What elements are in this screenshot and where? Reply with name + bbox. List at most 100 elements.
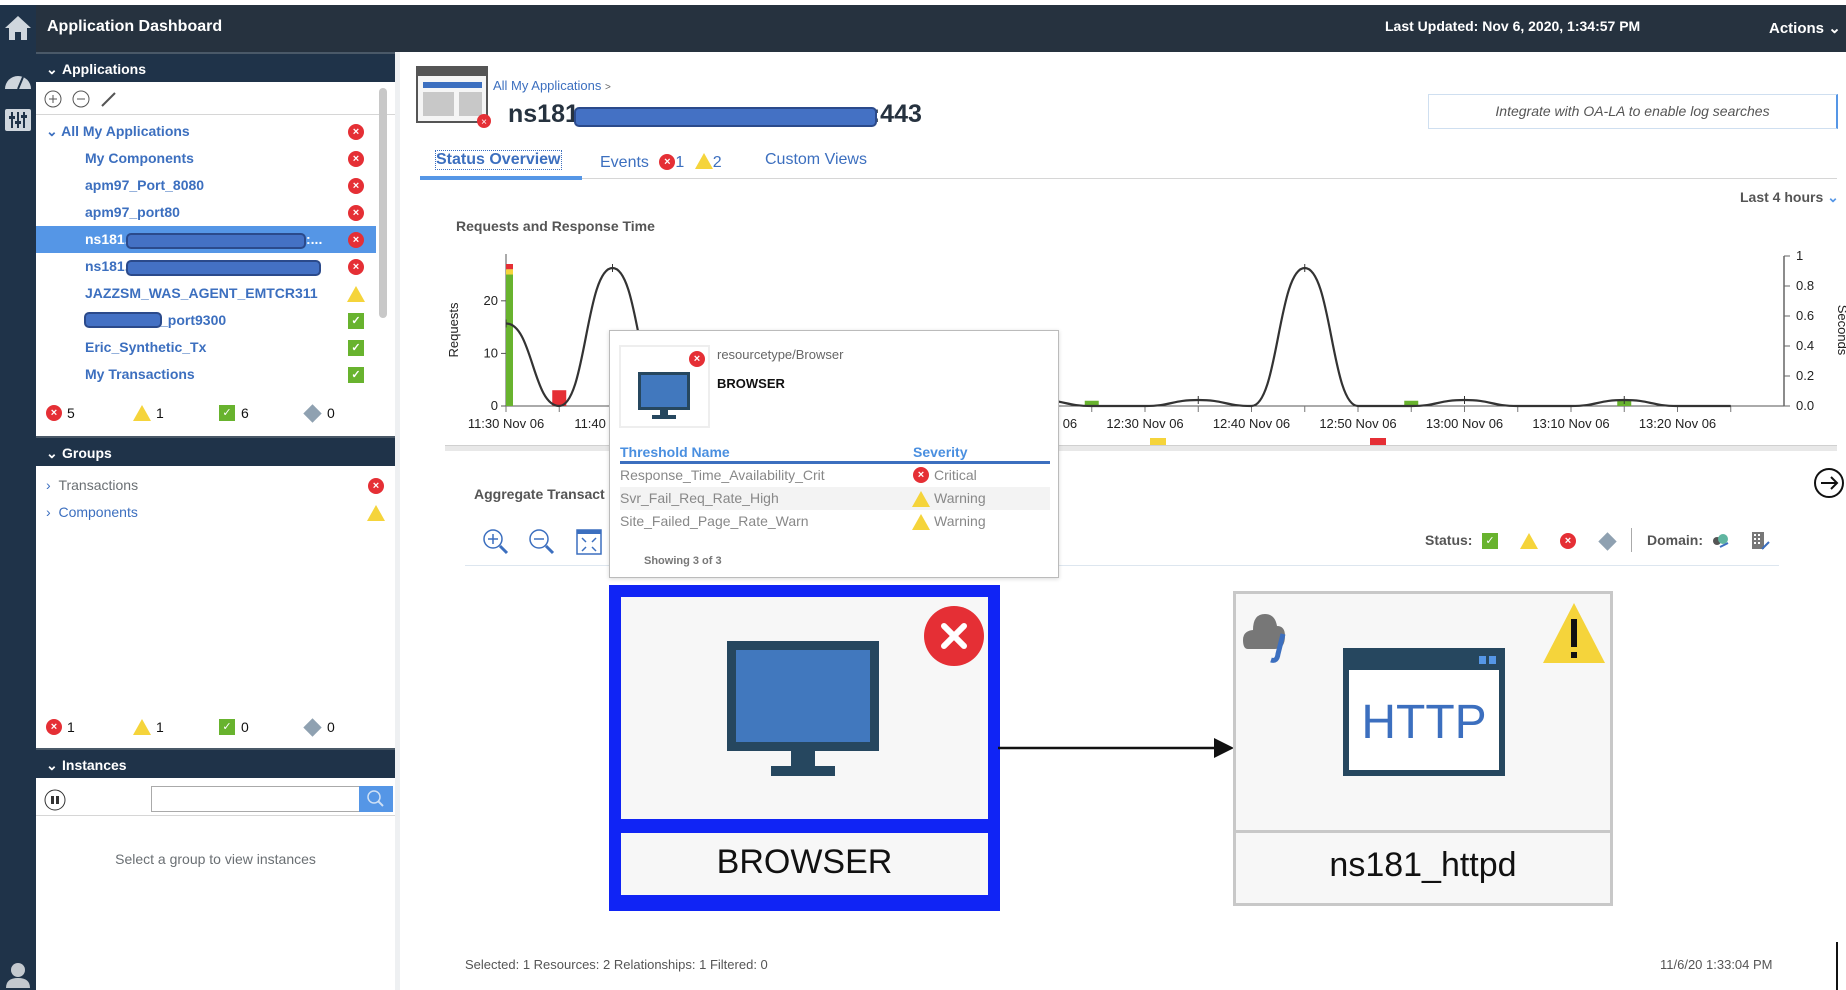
- threshold-row: Response_Time_Availability_Crit × Critical: [620, 464, 1050, 487]
- search-icon: [367, 790, 384, 807]
- applications-summary: × 5 1 ✓ 6 0: [36, 402, 395, 426]
- node-icon-area: [621, 597, 988, 819]
- warning-icon: [912, 491, 930, 507]
- tree-item-label: ns181.: [85, 258, 129, 274]
- tree-item[interactable]: _port9300 ✓: [36, 307, 376, 334]
- unknown-count: 0: [327, 719, 335, 735]
- y2-tick-label: 0.2: [1796, 368, 1814, 383]
- panel-splitter[interactable]: [395, 52, 400, 990]
- groups-header[interactable]: ⌄ Groups: [36, 436, 395, 466]
- warning-status-icon: [1543, 603, 1605, 663]
- bar-failed: [506, 264, 513, 270]
- y-tick-label: 0: [491, 398, 498, 413]
- home-icon[interactable]: [3, 13, 33, 43]
- tree-item[interactable]: JAZZSM_WAS_AGENT_EMTCR311: [36, 280, 376, 307]
- last-updated: Last Updated: Nov 6, 2020, 1:34:57 PM: [1385, 18, 1641, 34]
- redaction-box: [574, 107, 877, 127]
- y2-axis-label: Seconds: [1835, 305, 1846, 356]
- threshold-name: Response_Time_Availability_Crit: [620, 467, 825, 483]
- unknown-count: 0: [327, 405, 335, 421]
- filter-critical-toggle[interactable]: ×: [1560, 533, 1576, 549]
- filter-unknown-toggle[interactable]: [1598, 532, 1617, 551]
- applications-header[interactable]: ⌄ Applications: [36, 52, 395, 82]
- add-icon[interactable]: [44, 90, 62, 108]
- toolbar-divider: [36, 114, 395, 115]
- tree-item[interactable]: Eric_Synthetic_Tx ✓: [36, 334, 376, 361]
- tab-events-label: Events: [600, 154, 649, 171]
- navigate-arrow-icon[interactable]: [1812, 466, 1846, 500]
- critical-icon: ×: [46, 405, 62, 421]
- group-item-label: Transactions: [58, 477, 139, 493]
- tabs-divider: [582, 178, 1837, 179]
- instances-header[interactable]: ⌄ Instances: [36, 748, 395, 778]
- critical-icon: ×: [348, 124, 364, 140]
- unknown-icon: [303, 404, 322, 423]
- topology-node-browser[interactable]: BROWSER: [609, 585, 1000, 911]
- actions-label: Actions: [1769, 20, 1825, 37]
- tab-custom-views[interactable]: Custom Views: [765, 151, 867, 169]
- relationship-edge[interactable]: [998, 735, 1236, 761]
- severity-column-header[interactable]: Severity: [913, 444, 967, 460]
- application-icon: ×: [416, 66, 491, 128]
- warning-icon: [912, 514, 930, 530]
- severity-value: Warning: [934, 490, 986, 506]
- breadcrumb-link[interactable]: All My Applications: [493, 78, 601, 93]
- critical-icon: ×: [689, 351, 705, 367]
- instances-divider: [36, 815, 395, 816]
- domain-application-icon[interactable]: [1710, 531, 1730, 551]
- tooltip-showing-count: Showing 3 of 3: [644, 555, 722, 567]
- time-range-select[interactable]: Last 4 hours ⌄: [1740, 189, 1839, 206]
- tree-item[interactable]: ns181. ×: [36, 253, 376, 280]
- nav-rail: [0, 5, 36, 990]
- tab-status-overview[interactable]: Status Overview: [435, 150, 562, 170]
- tree-item-selected[interactable]: ns181.:... ×: [36, 226, 376, 253]
- topology-node-ns181-httpd[interactable]: HTTP ns181_httpd: [1233, 591, 1613, 906]
- remove-icon[interactable]: [72, 90, 90, 108]
- user-icon[interactable]: [3, 960, 33, 990]
- actions-menu[interactable]: Actions ⌄: [1769, 19, 1841, 37]
- zoom-in-icon[interactable]: [482, 528, 512, 556]
- resource-tooltip: × resourcetype/Browser BROWSER Threshold…: [609, 330, 1059, 578]
- groups-summary: × 1 1 ✓ 0 0: [36, 717, 395, 741]
- applications-panel: ⌄ All My Applications × My Components × ap…: [36, 82, 395, 432]
- chart-title: Requests and Response Time: [456, 218, 655, 234]
- tree-item-label: Eric_Synthetic_Tx: [85, 339, 207, 355]
- filter-divider: [1631, 528, 1632, 552]
- tree-item[interactable]: apm97_Port_8080 ×: [36, 172, 376, 199]
- tree-item[interactable]: My Transactions ✓: [36, 361, 376, 388]
- group-item-transactions[interactable]: › Transactions ×: [36, 472, 384, 499]
- search-button[interactable]: [359, 786, 393, 812]
- cloud-wrench-icon: [1243, 614, 1286, 663]
- tree-item[interactable]: apm97_port80 ×: [36, 199, 376, 226]
- filter-normal-toggle[interactable]: ✓: [1482, 533, 1498, 549]
- normal-count: 6: [241, 405, 249, 421]
- app-title: Application Dashboard: [47, 18, 223, 35]
- breadcrumb: All My Applications >: [493, 78, 611, 93]
- warning-icon: [367, 505, 385, 521]
- y-axis-label: Requests: [446, 302, 461, 357]
- instances-search-input[interactable]: [151, 786, 360, 812]
- domain-infrastructure-icon[interactable]: [1750, 531, 1770, 551]
- tab-events[interactable]: Events × 1 2: [600, 151, 722, 172]
- zoom-out-icon[interactable]: [528, 528, 558, 556]
- y-tick-label: 10: [484, 345, 498, 360]
- chevron-down-icon: ⌄: [1827, 189, 1839, 205]
- applications-scrollbar[interactable]: [379, 88, 387, 318]
- tree-item[interactable]: My Components ×: [36, 145, 376, 172]
- right-edge-scrollbar[interactable]: [1836, 942, 1838, 990]
- threshold-column-header[interactable]: Threshold Name: [620, 444, 730, 460]
- dashboard-gauge-icon[interactable]: [3, 65, 33, 95]
- edit-icon[interactable]: [101, 92, 116, 107]
- filter-warning-toggle[interactable]: [1520, 533, 1538, 549]
- node-label: BROWSER: [716, 843, 893, 881]
- severity-value: Critical: [934, 467, 977, 483]
- fit-to-screen-icon[interactable]: [576, 529, 602, 555]
- group-item-components[interactable]: › Components: [36, 499, 385, 526]
- node-label: ns181_httpd: [1329, 846, 1517, 884]
- pause-icon[interactable]: [44, 789, 66, 811]
- critical-icon: ×: [659, 154, 676, 170]
- settings-sliders-icon[interactable]: [3, 105, 33, 135]
- redaction-box: [126, 260, 321, 276]
- tree-item-all-my-applications[interactable]: ⌄ All My Applications ×: [36, 118, 376, 145]
- chevron-down-icon: ⌄: [46, 123, 58, 139]
